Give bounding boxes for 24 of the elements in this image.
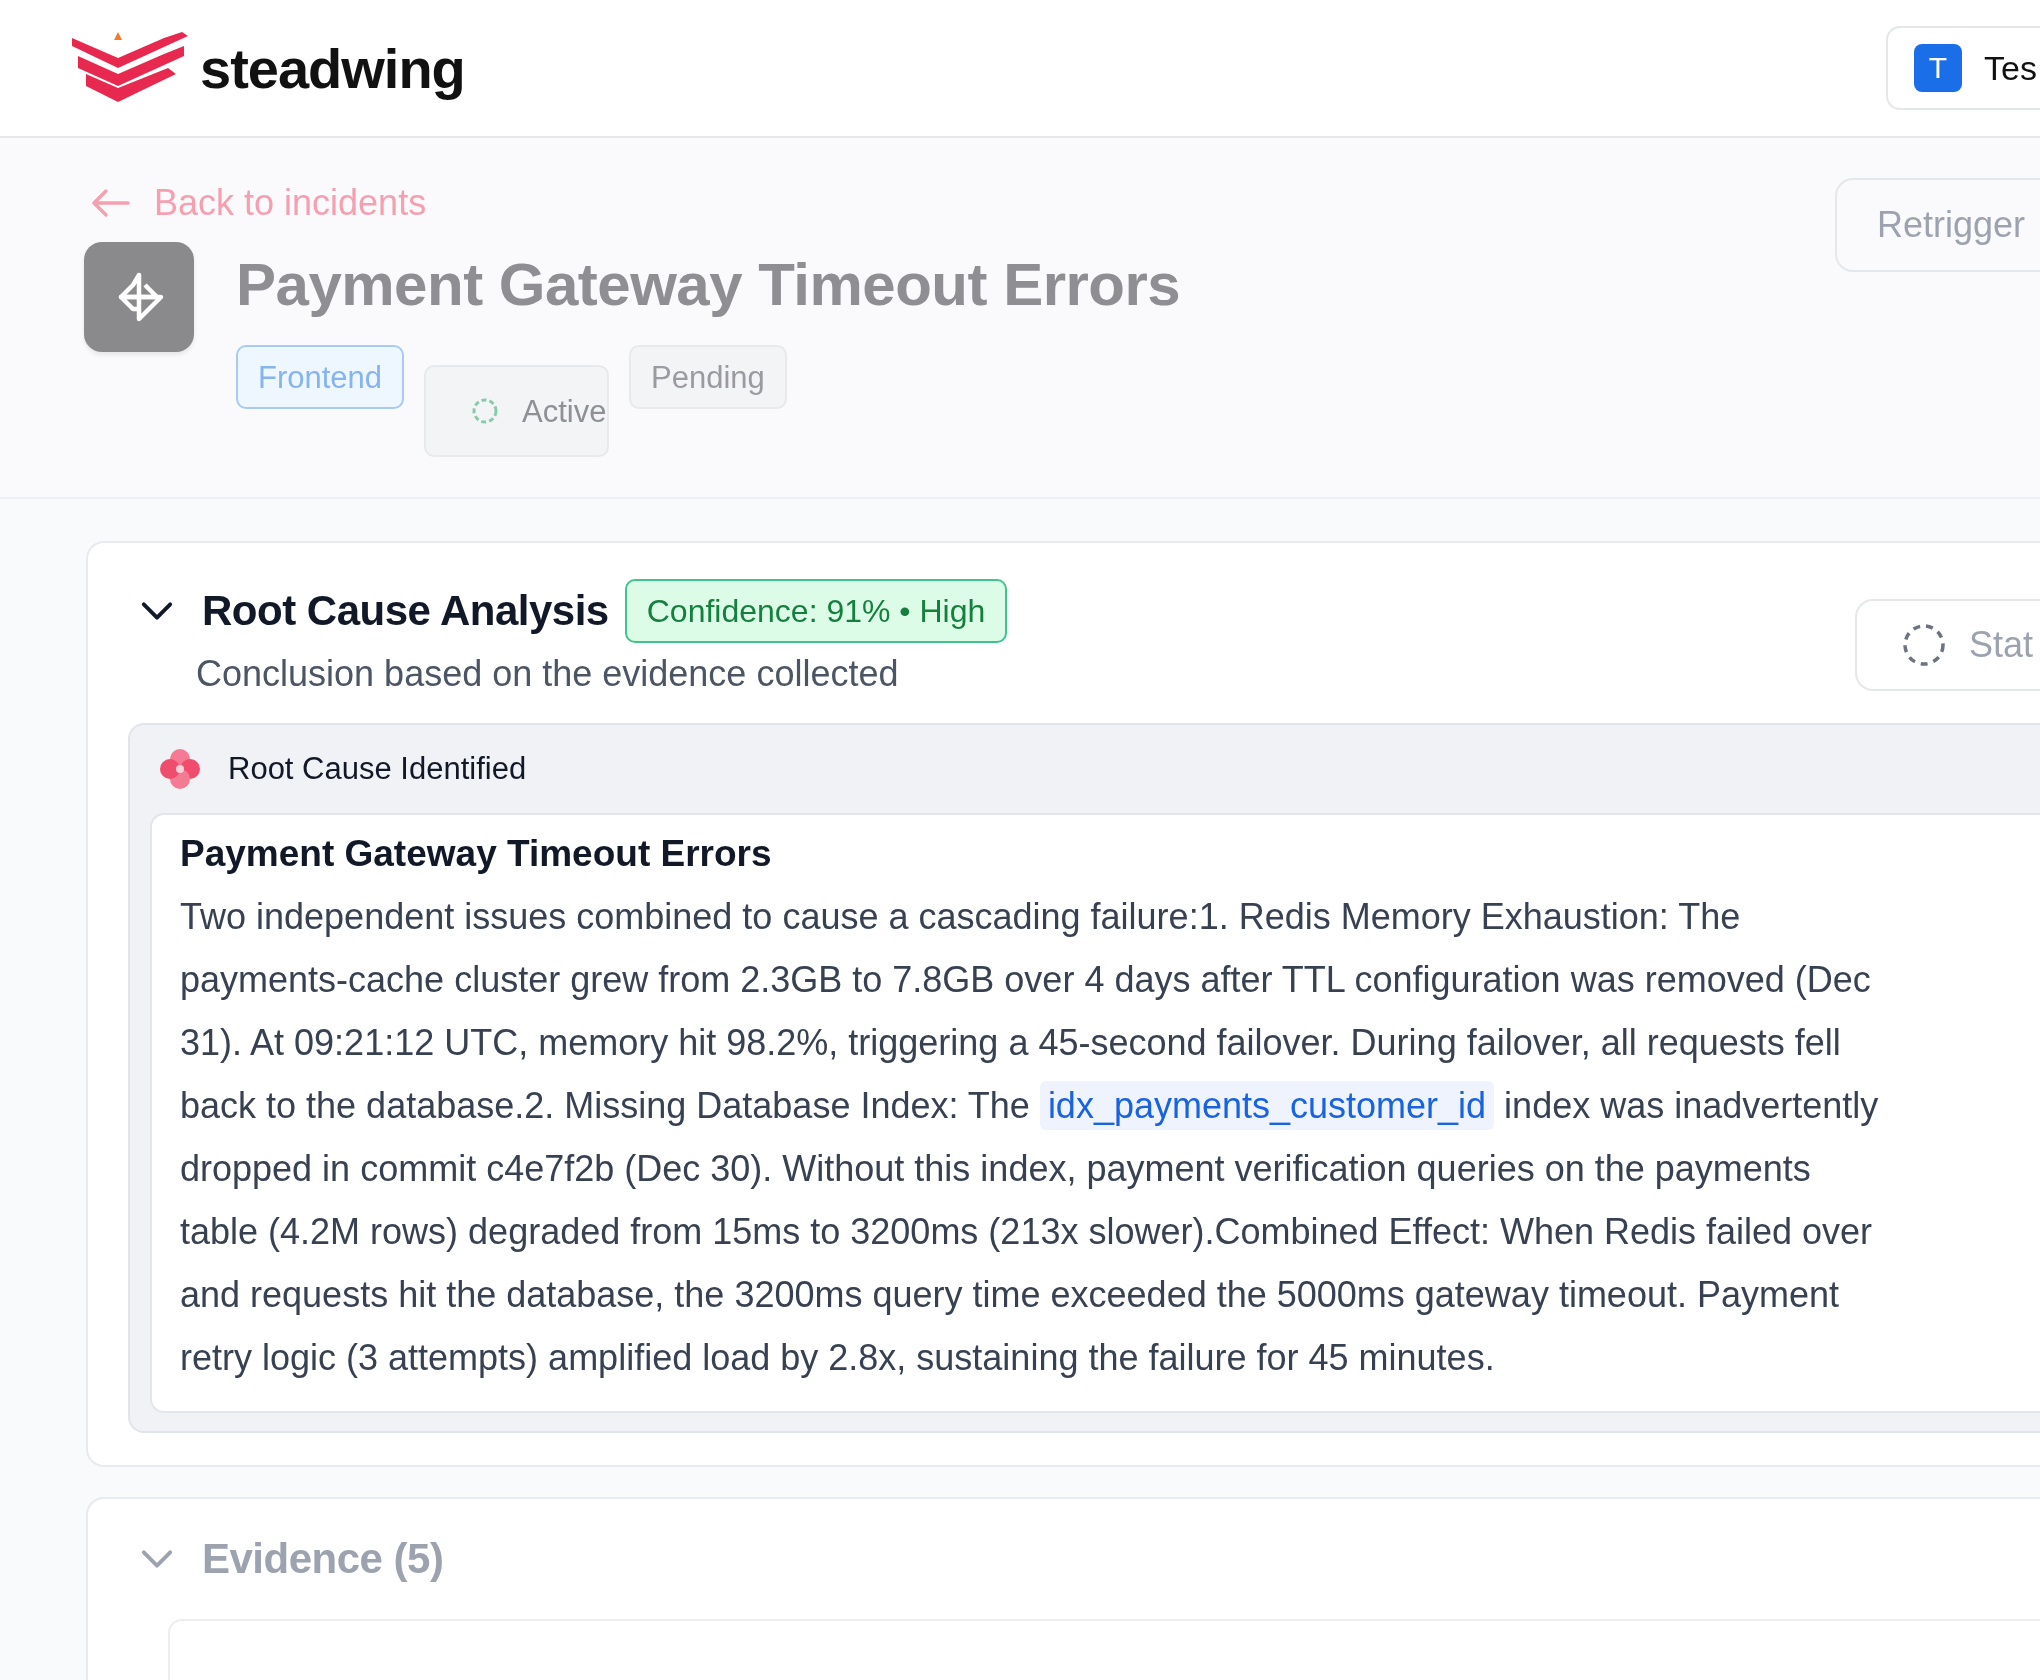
finding-text: Two independent issues combined to cause a cascading failure:1. Redis Memory Exhaustion: The payments-cache cluster grew from 2.3GB to 7.8GB over 4 days after TTL configuration was removed (Dec 31). At 09:21:12 UTC, memory hit 98.2%, triggering a 45-second failover. During failover, all requests fell back to the database.2. Missing Database Index: The idx_payments_customer_id index was inadvertently dropped in commit c4e7f2b (Dec 30). Without this index, payment verification queries on the payments table (4.2M rows) degraded from 15ms to 3200ms (213x slower).Combined Effect: When Redis failed over and requests hit the database, the 3200ms query time exceeded the 5000ms gateway timeout. Payment retry logic (3 attempts) amplified load by 2.8x, sustaining the failure for 45 minutes. (180, 895, 1880, 1380)
arrow-left-icon (90, 188, 130, 218)
section-title: Evidence (5) (202, 1535, 444, 1583)
dashed-circle-icon (1901, 622, 1947, 668)
tag: Frontend (236, 345, 405, 409)
user-name: Tes (1984, 48, 2037, 88)
code-link[interactable]: idx_payments_customer_id (1039, 1081, 1495, 1130)
tag: Pending (629, 345, 787, 409)
back-link[interactable]: Back to incidents (90, 182, 427, 224)
user-avatar: T (1914, 44, 1962, 92)
retrigger-button[interactable]: Retrigger (1835, 178, 2040, 272)
tag: Active (424, 365, 610, 457)
section-subtitle: Conclusion based on the evidence collected (196, 653, 900, 695)
flower-icon (158, 747, 202, 791)
brand-name: steadwing (200, 35, 465, 101)
status-button[interactable]: Stat (1855, 599, 2040, 691)
incident-title: Payment Gateway Timeout Errors (236, 250, 1181, 319)
section-title: Root Cause Analysis (202, 587, 609, 635)
confidence-badge: Confidence: 91% • High (624, 579, 1008, 643)
panel-label: Root Cause Identified (228, 751, 527, 787)
finding-title: Payment Gateway Timeout Errors (180, 833, 773, 875)
user-button[interactable]: T Tes (1886, 26, 2040, 110)
chevron-icon[interactable] (140, 600, 174, 622)
incident-icon (84, 242, 194, 352)
